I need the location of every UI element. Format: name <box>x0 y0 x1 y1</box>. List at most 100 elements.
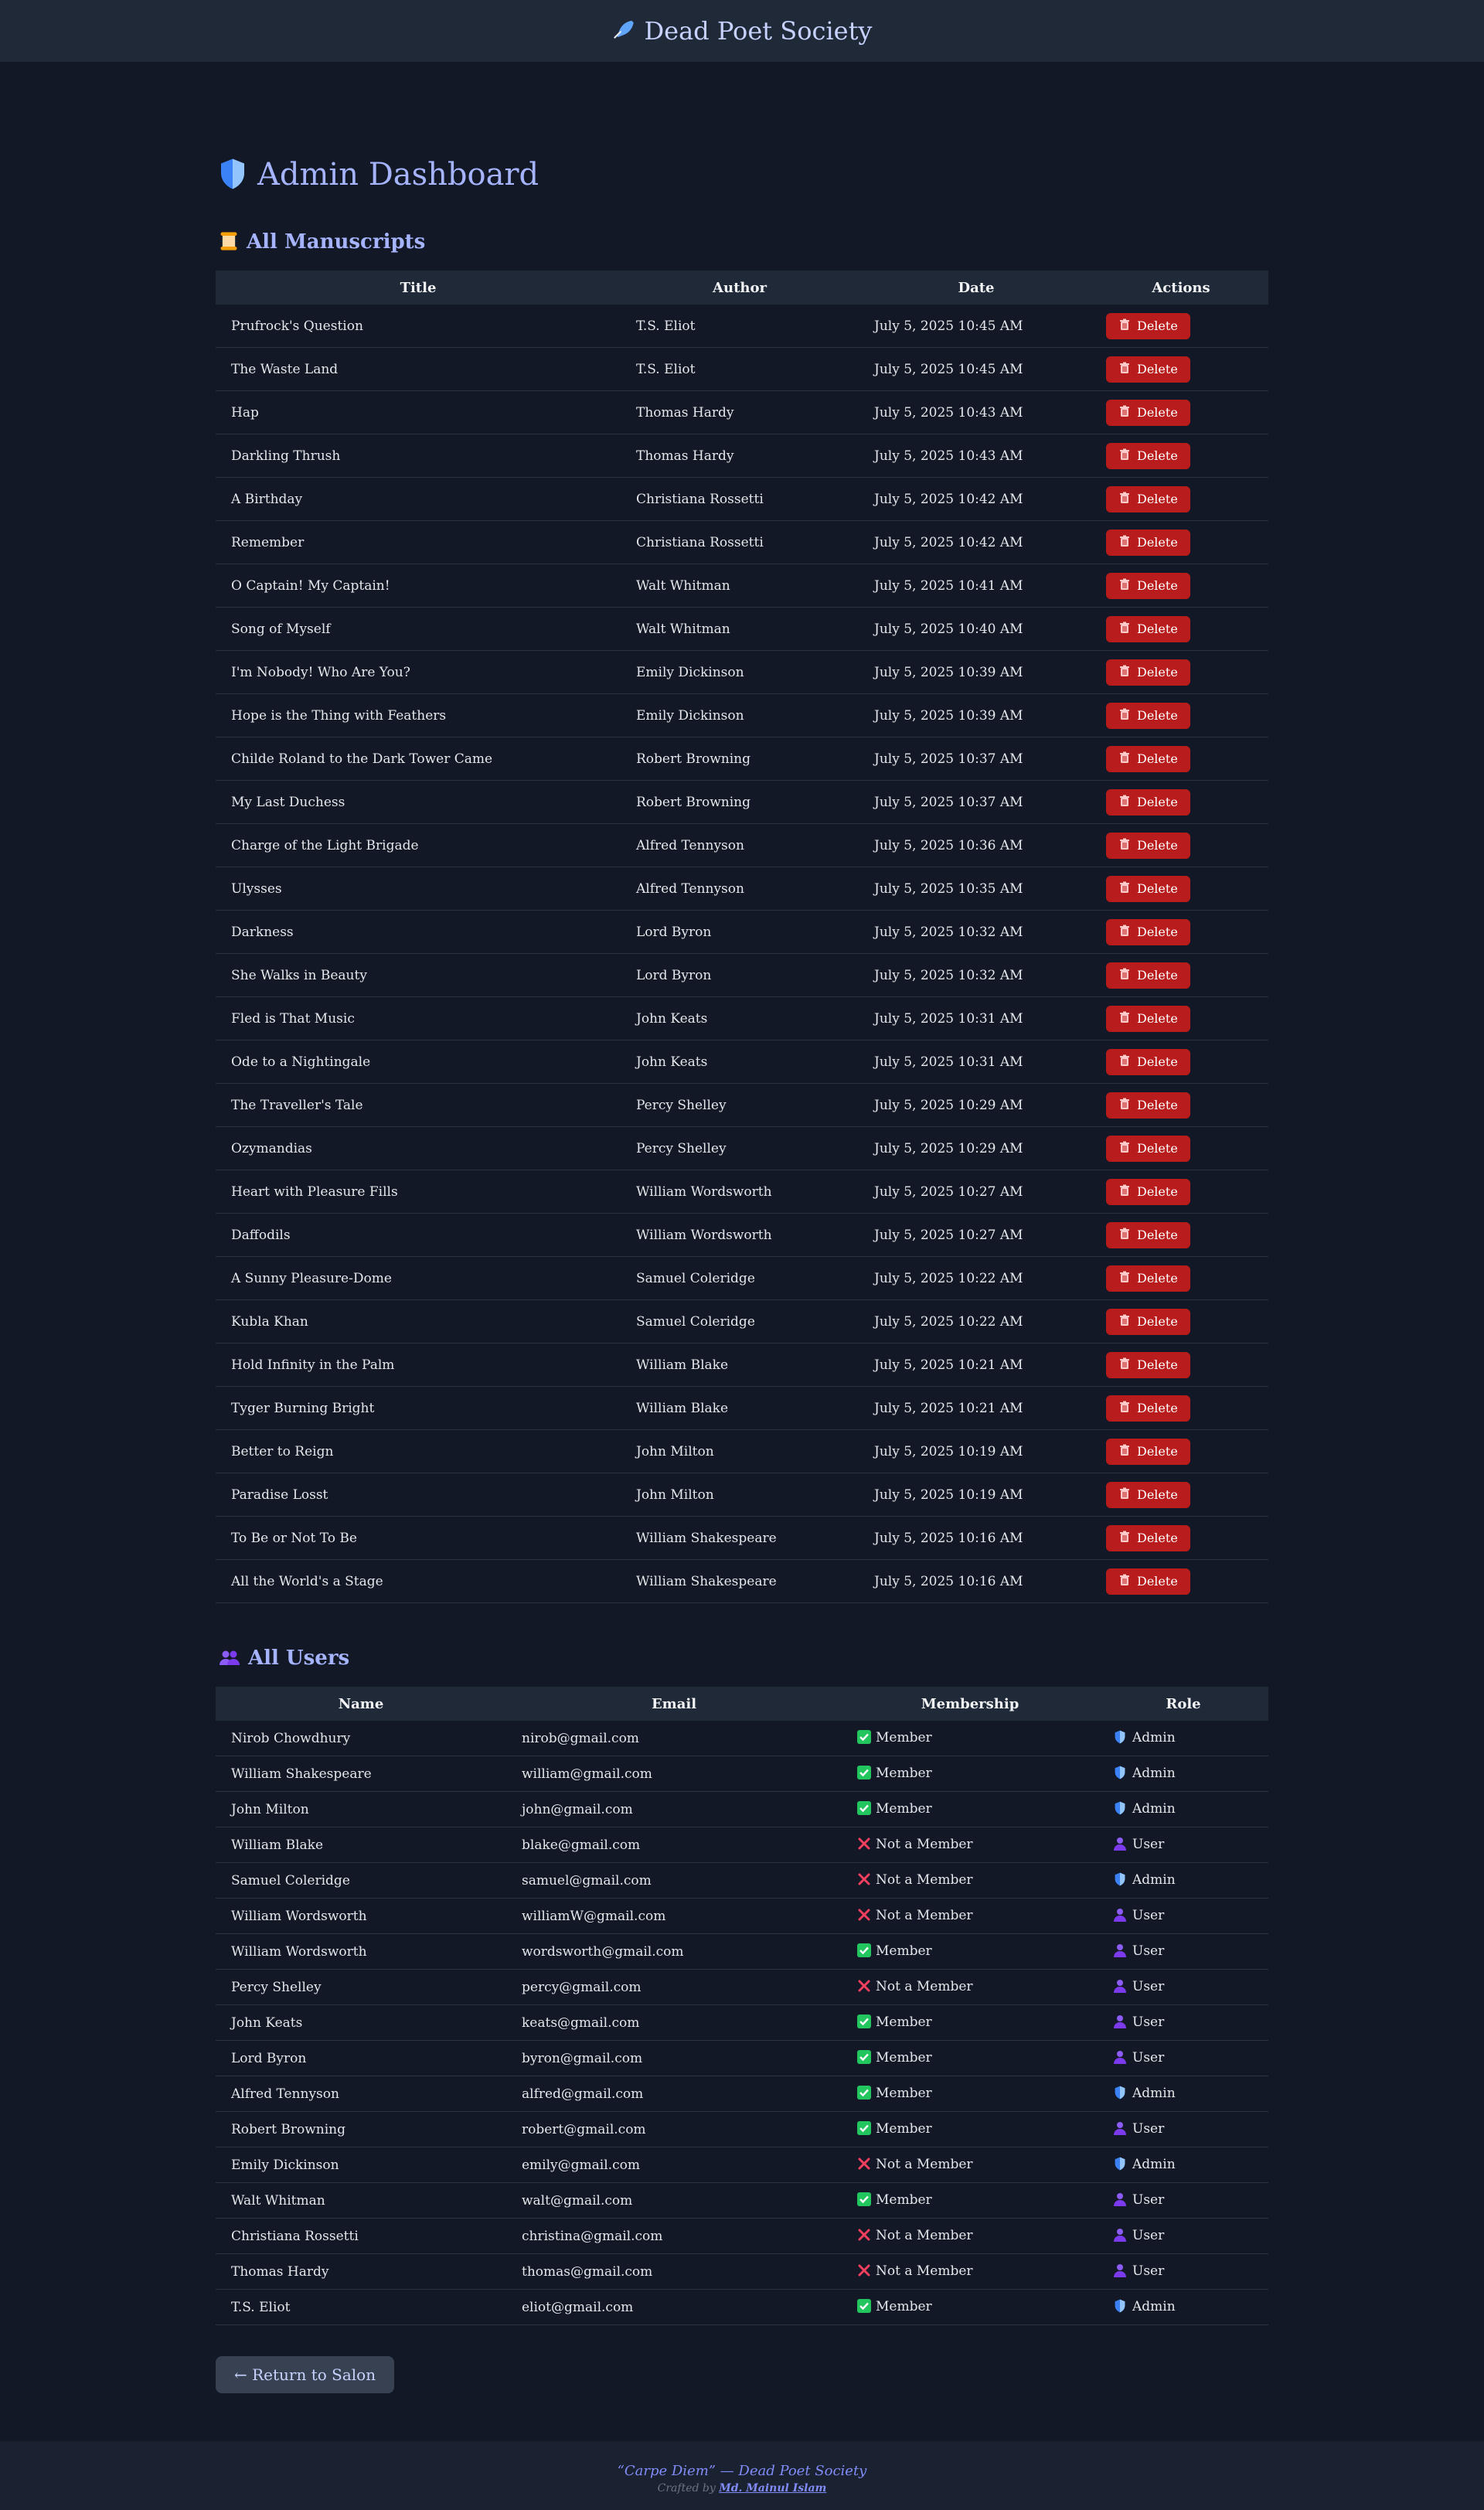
delete-button[interactable]: Delete <box>1106 1221 1190 1248</box>
table-row: She Walks in Beauty Lord Byron July 5, 202… <box>216 953 1268 997</box>
users-section: All Users Name Email Membership Role Nir… <box>216 1643 1268 2325</box>
role-label: User <box>1132 1978 1165 1994</box>
membership-label: Member <box>876 2014 932 2030</box>
user-membership: Not a Member <box>842 2253 1098 2290</box>
table-row: Christiana Rossetti christina@gmail.com No… <box>216 2218 1268 2254</box>
delete-label: Delete <box>1137 318 1178 333</box>
return-to-salon-button[interactable]: ← Return to Salon <box>216 2356 395 2393</box>
table-row: Alfred Tennyson alfred@gmail.com Member Adm… <box>216 2076 1268 2112</box>
delete-button[interactable]: Delete <box>1106 485 1190 513</box>
delete-button[interactable]: Delete <box>1106 875 1190 902</box>
delete-label: Delete <box>1137 622 1178 636</box>
user-email: williamW@gmail.com <box>506 1898 842 1934</box>
delete-label: Delete <box>1137 795 1178 809</box>
delete-label: Delete <box>1137 1141 1178 1156</box>
user-name: John Keats <box>216 2004 506 2041</box>
manuscript-date: July 5, 2025 10:32 AM <box>859 953 1094 997</box>
delete-button[interactable]: Delete <box>1106 1048 1190 1075</box>
user-membership: Member <box>842 1721 1098 1756</box>
user-name: William Wordsworth <box>216 1898 506 1934</box>
table-row: Thomas Hardy thomas@gmail.com Not a Member… <box>216 2253 1268 2290</box>
trash-icon <box>1118 1444 1131 1459</box>
delete-button[interactable]: Delete <box>1106 832 1190 859</box>
user-name: William Wordsworth <box>216 1933 506 1970</box>
delete-button[interactable]: Delete <box>1106 442 1190 469</box>
manuscript-author: Lord Byron <box>621 910 859 954</box>
trash-icon <box>1118 1531 1131 1545</box>
user-name: Lord Byron <box>216 2040 506 2076</box>
delete-button[interactable]: Delete <box>1106 1438 1190 1465</box>
delete-button[interactable]: Delete <box>1106 1351 1190 1378</box>
delete-button[interactable]: Delete <box>1106 1092 1190 1119</box>
table-row: Paradise Losst John Milton July 5, 2025 10… <box>216 1473 1268 1517</box>
membership-label: Member <box>876 2120 932 2137</box>
delete-button[interactable]: Delete <box>1106 962 1190 989</box>
manuscript-title: Song of Myself <box>216 607 621 651</box>
author-link[interactable]: Md. Mainul Islam <box>719 2482 826 2495</box>
table-row: Robert Browning robert@gmail.com Member Use… <box>216 2111 1268 2147</box>
delete-label: Delete <box>1137 405 1178 420</box>
delete-button[interactable]: Delete <box>1106 1524 1190 1551</box>
trash-icon <box>1118 1574 1131 1589</box>
delete-button[interactable]: Delete <box>1106 1005 1190 1032</box>
role-label: Admin <box>1132 1729 1176 1745</box>
delete-button[interactable]: Delete <box>1106 1568 1190 1595</box>
user-email: thomas@gmail.com <box>506 2253 842 2290</box>
delete-button[interactable]: Delete <box>1106 399 1190 426</box>
delete-button[interactable]: Delete <box>1106 1178 1190 1205</box>
user-membership: Member <box>842 2289 1098 2325</box>
delete-button[interactable]: Delete <box>1106 918 1190 945</box>
manuscript-actions: Delete <box>1094 1256 1268 1300</box>
membership-label: Member <box>876 2049 932 2066</box>
manuscript-actions: Delete <box>1094 520 1268 564</box>
user-email: blake@gmail.com <box>506 1827 842 1863</box>
manuscript-author: Alfred Tennyson <box>621 867 859 911</box>
column-header-role: Role <box>1166 1695 1201 1712</box>
column-header-name: Name <box>338 1695 384 1712</box>
delete-button[interactable]: Delete <box>1106 615 1190 642</box>
check-icon <box>857 2192 871 2209</box>
role-label: Admin <box>1132 1871 1176 1888</box>
delete-button[interactable]: Delete <box>1106 1481 1190 1508</box>
delete-button[interactable]: Delete <box>1106 572 1190 599</box>
table-row: Song of Myself Walt Whitman July 5, 2025 1… <box>216 607 1268 651</box>
delete-button[interactable]: Delete <box>1106 1265 1190 1292</box>
manuscript-author: John Milton <box>621 1429 859 1473</box>
delete-button[interactable]: Delete <box>1106 312 1190 339</box>
manuscript-date: July 5, 2025 10:32 AM <box>859 910 1094 954</box>
manuscript-title: Ode to a Nightingale <box>216 1040 621 1084</box>
delete-button[interactable]: Delete <box>1106 702 1190 729</box>
manuscript-author: Percy Shelley <box>621 1126 859 1170</box>
manuscript-actions: Delete <box>1094 780 1268 824</box>
delete-button[interactable]: Delete <box>1106 788 1190 816</box>
manuscript-title: Tyger Burning Bright <box>216 1386 621 1430</box>
trash-icon <box>1118 708 1131 723</box>
check-icon <box>857 2049 871 2067</box>
trash-icon <box>1118 1228 1131 1242</box>
delete-button[interactable]: Delete <box>1106 529 1190 556</box>
delete-button[interactable]: Delete <box>1106 659 1190 686</box>
user-role: Admin <box>1098 2289 1268 2325</box>
delete-button[interactable]: Delete <box>1106 1135 1190 1162</box>
membership-label: Member <box>876 2085 932 2101</box>
manuscript-actions: Delete <box>1094 737 1268 781</box>
table-row: Charge of the Light Brigade Alfred Tennys… <box>216 823 1268 867</box>
users-section-title: All Users <box>248 1647 350 1670</box>
users-table: Name Email Membership Role Nirob Chowdhu… <box>216 1687 1268 2325</box>
delete-button[interactable]: Delete <box>1106 356 1190 383</box>
shield-icon <box>1114 1801 1126 1818</box>
user-email: robert@gmail.com <box>506 2111 842 2147</box>
manuscript-actions: Delete <box>1094 910 1268 954</box>
user-email: percy@gmail.com <box>506 1969 842 2005</box>
delete-button[interactable]: Delete <box>1106 745 1190 772</box>
delete-button[interactable]: Delete <box>1106 1308 1190 1335</box>
manuscript-title: Daffodils <box>216 1213 621 1257</box>
manuscript-title: Prufrock's Question <box>216 305 621 348</box>
shield-icon <box>1114 2157 1126 2174</box>
site-brand[interactable]: Dead Poet Society <box>611 16 873 46</box>
trash-icon <box>1118 881 1131 896</box>
manuscript-title: Hold Infinity in the Palm <box>216 1343 621 1387</box>
delete-button[interactable]: Delete <box>1106 1395 1190 1422</box>
manuscript-actions: Delete <box>1094 1559 1268 1603</box>
user-email: byron@gmail.com <box>506 2040 842 2076</box>
